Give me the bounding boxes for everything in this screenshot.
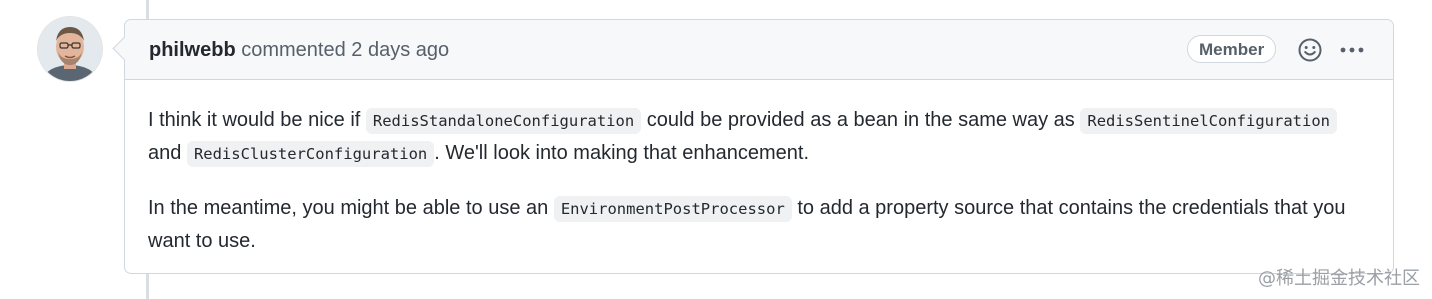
code-environment-post-processor: EnvironmentPostProcessor xyxy=(553,196,792,222)
p1-text-3: and xyxy=(148,142,187,164)
comment-action: commented 2 days ago xyxy=(241,39,449,61)
comment-options-button[interactable] xyxy=(1339,40,1365,60)
comment-timestamp-link[interactable]: 2 days ago xyxy=(351,39,449,61)
comment-action-text: commented xyxy=(241,39,346,61)
comment-paragraph-2: In the meantime, you might be able to us… xyxy=(148,192,1363,257)
add-reaction-button[interactable] xyxy=(1297,37,1323,63)
comment-body: I think it would be nice if RedisStandal… xyxy=(148,104,1363,279)
comment-header-text: philwebb commented 2 days ago xyxy=(149,37,449,63)
comment-paragraph-1: I think it would be nice if RedisStandal… xyxy=(148,104,1363,170)
kebab-horizontal-icon xyxy=(1340,47,1364,53)
p1-text-1: I think it would be nice if xyxy=(148,109,366,131)
code-redis-standalone-configuration: RedisStandaloneConfiguration xyxy=(365,108,642,134)
code-redis-sentinel-configuration: RedisSentinelConfiguration xyxy=(1080,108,1337,134)
comment-header: philwebb commented 2 days ago Member xyxy=(125,20,1393,80)
p2-text-1: In the meantime, you might be able to us… xyxy=(148,197,554,219)
avatar[interactable] xyxy=(38,17,102,81)
comment-box: philwebb commented 2 days ago Member I t… xyxy=(112,19,1394,274)
p1-text-4: . We'll look into making that enhancemen… xyxy=(434,142,809,164)
p1-text-2: could be provided as a bean in the same … xyxy=(641,109,1081,131)
avatar-image xyxy=(38,17,102,81)
member-badge: Member xyxy=(1187,35,1277,63)
watermark: @稀土掘金技术社区 xyxy=(1258,268,1420,289)
author-link[interactable]: philwebb xyxy=(149,39,236,61)
smiley-icon xyxy=(1298,38,1322,62)
code-redis-cluster-configuration: RedisClusterConfiguration xyxy=(186,141,435,167)
